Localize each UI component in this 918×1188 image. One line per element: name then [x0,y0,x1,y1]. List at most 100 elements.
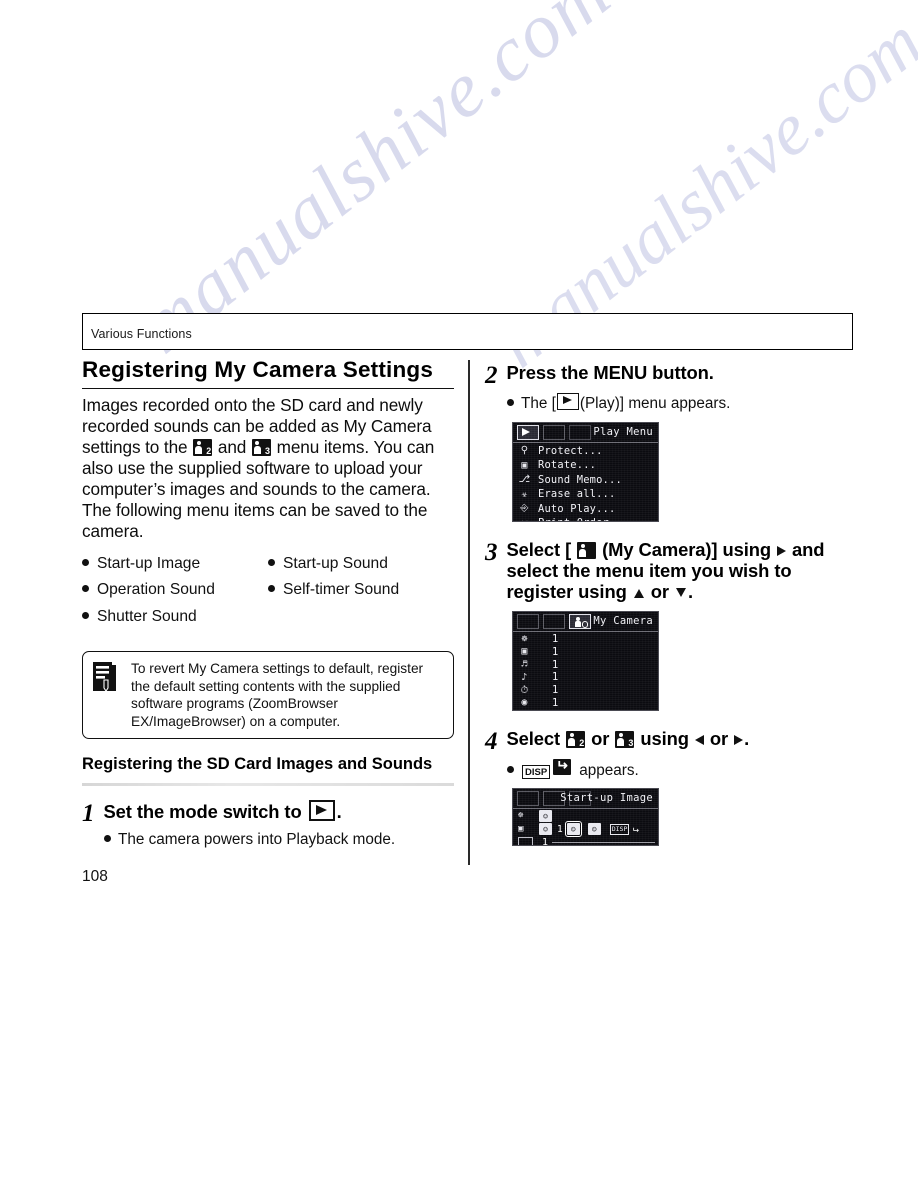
tab-play[interactable] [517,791,539,807]
list-item: Operation Sound [82,582,268,598]
theme-icon: ☸ [521,633,528,645]
option-chip-1[interactable]: ☺ [539,823,552,836]
startup-sound-icon: ♬ [521,659,528,671]
startup-image-icon: ▣ [518,824,524,835]
menu-item[interactable]: ☣ Erase all... [517,487,654,502]
thumbnail-icon [518,837,533,846]
tab-tools[interactable] [543,424,565,440]
table-row[interactable]: ♬ 1 [517,658,654,671]
list-item-label: Self-timer Sound [283,581,400,599]
right-column: 2 Press the MENU button. The [(Play)] me… [485,358,857,847]
menu-item-label: Erase all... [538,488,616,501]
bullet-dot-icon [507,765,514,773]
option-chip-2[interactable]: ☺ [564,821,582,838]
row-value: 1 [557,823,563,835]
my-camera-icon [577,541,597,559]
row-value: 1 [552,658,559,671]
list-item-label: Start-up Sound [283,554,388,572]
row-value: 1 [552,645,559,658]
play-menu-items: ⚲ Protect... ▣ Rotate... ⎇ Sound Memo... ☣ E… [517,444,654,521]
menu-item-label: Protect... [538,444,603,457]
step-3-text-4: or [645,581,674,603]
step-2-note-text: The [(Play)] menu appears. [521,393,730,413]
table-row[interactable]: ◉ 1 [517,697,654,710]
step-4-note-text: appears. [579,761,639,779]
bullet-column-2: Start-up Sound Self-timer Sound [268,554,454,636]
option-chip-3[interactable]: ☺ [587,823,601,836]
shutter-sound-icon: ◉ [521,697,528,709]
print-icon: ⇲ [517,517,532,521]
intro-paragraph: Images recorded onto the SD card and new… [82,395,454,499]
step-1-note: The camera powers into Playback mode. [104,831,454,849]
document-pencil-icon [92,661,122,697]
bullet-dot-icon [268,558,275,566]
table-row[interactable]: ♪ 1 [517,671,654,684]
step-4-text-2: or [586,727,615,749]
step-2-number: 2 [485,362,498,389]
disp-button-icon: DISP [522,764,551,779]
saveable-items-list: Start-up Image Operation Sound Shutter S… [82,554,454,636]
arrow-left-icon [694,734,704,745]
table-row[interactable]: ▣ 1 [517,645,654,658]
intro-text-2: and [213,437,251,458]
subsection-title: Registering the SD Card Images and Sound… [82,754,433,773]
title-rule [82,387,454,390]
tab-tools[interactable] [543,613,565,629]
step-4-title: Select 2 or 3 using or . [507,728,750,749]
step-2: 2 Press the MENU button. [485,362,857,388]
step-1-note-text: The camera powers into Playback mode. [118,831,396,849]
note-text: To revert My Camera settings to default,… [131,661,424,729]
tab-play[interactable] [517,613,539,629]
autoplay-icon: ⎆ [520,503,529,515]
step-3-text-5: . [687,581,693,603]
trash-icon: ☣ [521,488,528,500]
column-divider [468,360,470,865]
my-camera-screenshot: My Camera ☸ 1 ▣ 1 ♬ 1 ♪ 1 ⏱ 1 ◉ 1 [512,610,659,711]
table-row: ☸ ☺ [518,810,655,823]
step-4-text-5: . [744,727,750,749]
step-1-title: Set the mode switch to . [104,800,342,822]
tab-my-camera[interactable] [569,613,591,629]
menu-item[interactable]: ⇲ Print Order... [517,516,654,521]
page-title: Registering My Camera Settings [82,357,434,382]
menu-item[interactable]: ⎆ Auto Play... [517,502,654,517]
my-camera-2-icon: 2 [193,439,213,457]
menu-item[interactable]: ⎇ Sound Memo... [517,473,654,488]
menu-item[interactable]: ⚲ Protect... [517,444,654,459]
lcd-tab-bar: My Camera [513,612,658,632]
running-header-box: Various Functions [82,313,853,350]
left-column: Registering My Camera Settings Images re… [82,357,454,849]
step-3: 3 Select [ (My Camera)] using and select… [485,539,857,603]
step-2-note-prefix: The [ [521,395,556,412]
my-camera-rows: ☸ 1 ▣ 1 ♬ 1 ♪ 1 ⏱ 1 ◉ 1 [517,633,654,710]
note-callout-box: To revert My Camera settings to default,… [82,651,454,739]
my-camera-chip-icon: ☺ [539,810,552,823]
list-item: Self-timer Sound [268,582,454,598]
disp-button-icon[interactable]: DISP [609,823,630,835]
table-row[interactable]: ☸ 1 [517,633,654,646]
menu-item-label: Auto Play... [538,502,616,515]
running-header-label: Various Functions [91,327,192,341]
step-2-title: Press the MENU button. [506,362,714,383]
step-2-note: The [(Play)] menu appears. [507,393,857,413]
table-row[interactable]: ⏱ 1 [517,684,654,697]
theme-icon: ☸ [518,811,524,822]
step-4-number: 4 [485,727,498,755]
manual-page: manualshive.com manualshive.com Various … [0,0,918,1188]
tab-setup[interactable] [569,424,591,440]
operation-sound-icon: ♪ [521,671,528,683]
step-4-text-4: or [704,727,734,749]
lcd-title: My Camera [593,614,653,627]
step-1: 1 Set the mode switch to . [82,800,454,826]
my-camera-3-icon: 3 [251,439,271,457]
tab-play[interactable] [517,424,539,440]
row-value: 1 [552,696,559,709]
microphone-icon: ⎇ [518,474,531,486]
table-row[interactable]: ▣ ☺ 1 ☺ ☺ DISP ↵ [518,821,655,838]
arrow-right-icon [734,734,744,745]
bullet-dot-icon [507,399,514,406]
menu-item[interactable]: ▣ Rotate... [517,458,654,473]
page-number: 108 [82,868,108,885]
menu-item-label: Print Order... [538,517,628,520]
key-icon: ⚲ [520,445,529,457]
